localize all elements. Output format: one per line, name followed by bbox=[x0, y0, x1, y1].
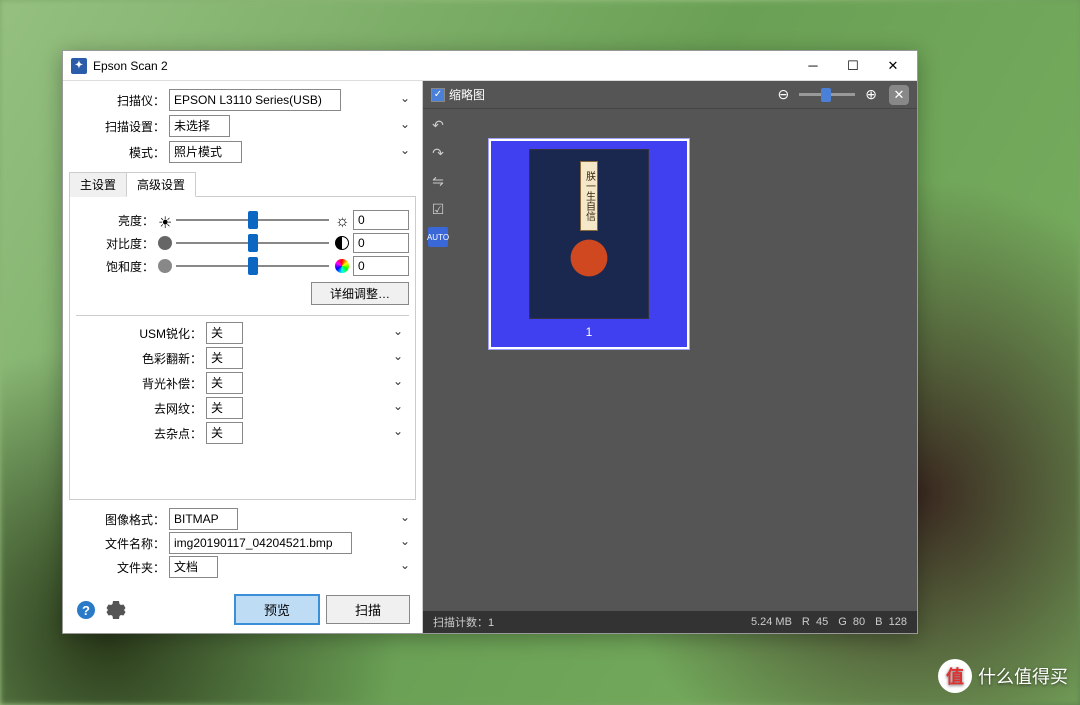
mode-label: 模式： bbox=[69, 144, 169, 161]
tab-advanced[interactable]: 高级设置 bbox=[126, 172, 196, 197]
b-value: 128 bbox=[889, 616, 907, 628]
scanner-select[interactable]: EPSON L3110 Series(USB) bbox=[169, 89, 341, 111]
close-button[interactable]: ✕ bbox=[873, 52, 913, 80]
scroll-text: 朕一生自信 bbox=[580, 161, 598, 231]
descreen-label: 去网纹： bbox=[76, 400, 206, 417]
tab-main[interactable]: 主设置 bbox=[69, 172, 127, 197]
select-all-icon[interactable]: ☑ bbox=[428, 199, 448, 219]
saturation-low-icon bbox=[158, 259, 172, 273]
thumbnail-image: 朕一生自信 bbox=[529, 149, 649, 319]
status-bar: 扫描计数：1 5.24 MB R 45 G 80 B 128 bbox=[423, 611, 917, 633]
filename-label: 文件名称： bbox=[69, 535, 169, 552]
folder-select[interactable]: 文档 bbox=[169, 556, 218, 578]
brightness-label: 亮度： bbox=[76, 212, 158, 229]
rotate-left-icon[interactable]: ↶ bbox=[428, 115, 448, 135]
app-icon: ✦ bbox=[71, 58, 87, 74]
usm-select[interactable]: 关 bbox=[206, 322, 243, 344]
thumbnail-checkbox[interactable]: ✓ bbox=[431, 88, 445, 102]
r-value: 45 bbox=[816, 616, 828, 628]
settings-panel: 扫描仪： EPSON L3110 Series(USB) 扫描设置： 未选择 模… bbox=[63, 81, 423, 633]
window-title: Epson Scan 2 bbox=[93, 59, 793, 73]
brightness-slider[interactable] bbox=[176, 211, 329, 229]
preview-panel: ✓ 缩略图 ⊖ ⊕ ✕ ↶ ↷ ⇋ ☑ AUTO 朕一生自信 bbox=[423, 81, 917, 633]
descreen-select[interactable]: 关 bbox=[206, 397, 243, 419]
sun-dim-icon: ☀ bbox=[158, 213, 172, 227]
saturation-high-icon bbox=[335, 259, 349, 273]
dust-select[interactable]: 关 bbox=[206, 422, 243, 444]
filename-select[interactable]: img20190117_04204521.bmp bbox=[169, 532, 352, 554]
watermark: 值 什么值得买 bbox=[938, 659, 1068, 693]
minimize-button[interactable]: ─ bbox=[793, 52, 833, 80]
title-bar: ✦ Epson Scan 2 ─ ☐ ✕ bbox=[63, 51, 917, 81]
auto-icon[interactable]: AUTO bbox=[428, 227, 448, 247]
thumbnail-label: 缩略图 bbox=[449, 86, 774, 103]
close-preview-icon[interactable]: ✕ bbox=[889, 85, 909, 105]
contrast-input[interactable] bbox=[353, 233, 409, 253]
color-restore-select[interactable]: 关 bbox=[206, 347, 243, 369]
tab-content: 亮度： ☀ ☼ 对比度： 饱和度： bbox=[69, 197, 416, 500]
mirror-icon[interactable]: ⇋ bbox=[428, 171, 448, 191]
mode-select[interactable]: 照片模式 bbox=[169, 141, 242, 163]
detail-adjust-button[interactable]: 详细调整… bbox=[311, 282, 409, 305]
zoom-in-icon[interactable]: ⊕ bbox=[861, 86, 881, 103]
brightness-input[interactable] bbox=[353, 210, 409, 230]
backlight-label: 背光补偿： bbox=[76, 375, 206, 392]
scanner-label: 扫描仪： bbox=[69, 92, 169, 109]
contrast-high-icon bbox=[335, 236, 349, 250]
help-icon[interactable]: ? bbox=[75, 599, 97, 621]
file-size: 5.24 MB bbox=[751, 616, 792, 628]
svg-text:?: ? bbox=[82, 603, 90, 618]
app-window: ✦ Epson Scan 2 ─ ☐ ✕ 扫描仪： EPSON L3110 Se… bbox=[62, 50, 918, 634]
preview-thumbnail[interactable]: 朕一生自信 1 bbox=[489, 139, 689, 349]
zoom-out-icon[interactable]: ⊖ bbox=[774, 86, 794, 103]
saturation-label: 饱和度： bbox=[76, 258, 158, 275]
usm-label: USM锐化： bbox=[76, 325, 206, 342]
format-label: 图像格式： bbox=[69, 511, 169, 528]
contrast-label: 对比度： bbox=[76, 235, 158, 252]
thumbnail-number: 1 bbox=[586, 325, 593, 339]
rotate-right-icon[interactable]: ↷ bbox=[428, 143, 448, 163]
maximize-button[interactable]: ☐ bbox=[833, 52, 873, 80]
sun-bright-icon: ☼ bbox=[335, 213, 349, 227]
g-value: 80 bbox=[853, 616, 865, 628]
contrast-slider[interactable] bbox=[176, 234, 329, 252]
saturation-slider[interactable] bbox=[176, 257, 329, 275]
scan-settings-select[interactable]: 未选择 bbox=[169, 115, 230, 137]
zoom-slider[interactable] bbox=[799, 93, 855, 96]
scan-button[interactable]: 扫描 bbox=[326, 595, 410, 624]
folder-label: 文件夹： bbox=[69, 559, 169, 576]
backlight-select[interactable]: 关 bbox=[206, 372, 243, 394]
saturation-input[interactable] bbox=[353, 256, 409, 276]
color-restore-label: 色彩翻新： bbox=[76, 350, 206, 367]
preview-button[interactable]: 预览 bbox=[234, 594, 320, 625]
emperor-figure bbox=[554, 237, 624, 307]
format-select[interactable]: BITMAP bbox=[169, 508, 238, 530]
scan-settings-label: 扫描设置： bbox=[69, 118, 169, 135]
gear-icon[interactable] bbox=[105, 599, 127, 621]
watermark-badge-icon: 值 bbox=[938, 659, 972, 693]
scan-count: 扫描计数：1 bbox=[433, 614, 494, 630]
contrast-low-icon bbox=[158, 236, 172, 250]
dust-label: 去杂点： bbox=[76, 425, 206, 442]
